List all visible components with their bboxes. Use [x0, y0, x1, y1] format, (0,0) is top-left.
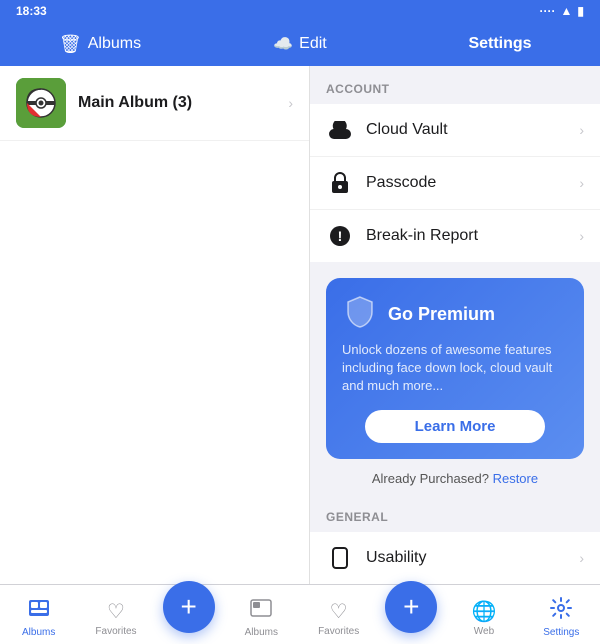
web-tab-icon: 🌐 [472, 599, 497, 624]
left-panel: Main Album (3) › [0, 66, 310, 584]
passcode-icon [326, 169, 354, 197]
albums-tab-icon [28, 597, 50, 625]
cloud-vault-icon [326, 116, 354, 144]
cloud-vault-label: Cloud Vault [366, 121, 567, 139]
albums-tab-header[interactable]: 🗑 Albums [0, 34, 200, 55]
favorites-tab-text-left: Favorites [95, 626, 136, 637]
settings-tab-icon [550, 597, 572, 625]
tab-albums-right[interactable]: Albums [223, 585, 300, 644]
albums-right-tab-icon [250, 597, 272, 625]
cloud-vault-item[interactable]: Cloud Vault › [310, 104, 600, 157]
premium-shield-icon: 🏆 [342, 294, 378, 335]
albums-right-tab-text: Albums [245, 627, 278, 638]
status-right: ···· ▲ ▮ [540, 4, 584, 18]
albums-tab-text: Albums [22, 627, 55, 638]
cloud-vault-chevron: › [579, 122, 584, 138]
breakin-report-icon: ! [326, 222, 354, 250]
tab-albums[interactable]: Albums [0, 585, 77, 644]
restore-link[interactable]: Restore [493, 471, 539, 486]
tab-favorites-right[interactable]: ♡ Favorites [300, 585, 377, 644]
trash-icon: 🗑 [59, 34, 82, 55]
usability-chevron: › [579, 550, 584, 566]
tab-favorites-left[interactable]: ♡ Favorites [77, 585, 154, 644]
settings-tab-label: Settings [468, 35, 531, 53]
battery-icon: ▮ [577, 4, 584, 18]
albums-tab-label: Albums [88, 35, 141, 53]
passcode-label: Passcode [366, 174, 567, 192]
cloud-icon: ☁️ [273, 34, 293, 54]
main-content: Main Album (3) › ACCOUNT Cloud Vault › [0, 66, 600, 584]
album-title: Main Album (3) [78, 94, 276, 112]
edit-tab-label: Edit [299, 35, 327, 53]
premium-card-header: 🏆 Go Premium [342, 294, 568, 335]
general-settings-group: Usability › Theme System › [310, 532, 600, 584]
favorites-tab-icon-right: ♡ [330, 599, 348, 624]
account-section-header: ACCOUNT [310, 66, 600, 104]
settings-tab-text: Settings [543, 627, 579, 638]
learn-more-button[interactable]: Learn More [365, 410, 546, 443]
edit-tab-header[interactable]: ☁️ Edit [200, 34, 400, 54]
passcode-item[interactable]: Passcode › [310, 157, 600, 210]
tab-settings-right[interactable]: Settings [523, 585, 600, 644]
bottom-tab-bar: Albums ♡ Favorites + Albums ♡ Favorites … [0, 584, 600, 644]
album-thumb [16, 78, 66, 128]
add-button-left[interactable]: + [163, 581, 215, 633]
web-tab-text: Web [474, 626, 494, 637]
usability-label: Usability [366, 549, 567, 567]
status-time-left: 18:33 [16, 4, 47, 18]
account-settings-group: Cloud Vault › Passcode › [310, 104, 600, 262]
settings-panel: ACCOUNT Cloud Vault › [310, 66, 600, 584]
add-button-right[interactable]: + [385, 581, 437, 633]
already-purchased-text: Already Purchased? [372, 471, 489, 486]
album-chevron-icon: › [288, 95, 293, 111]
wifi-icon: ▲ [561, 4, 573, 18]
usability-item[interactable]: Usability › [310, 532, 600, 584]
status-bar: 18:33 ···· ▲ ▮ [0, 0, 600, 22]
breakin-report-label: Break-in Report [366, 227, 567, 245]
album-info: Main Album (3) [78, 94, 276, 112]
premium-card: 🏆 Go Premium Unlock dozens of awesome fe… [326, 278, 584, 459]
plus-button-left-container: + [155, 585, 223, 644]
premium-title: Go Premium [388, 304, 495, 325]
breakin-report-item[interactable]: ! Break-in Report › [310, 210, 600, 262]
settings-tab-header[interactable]: Settings [400, 35, 600, 53]
favorites-tab-icon-left: ♡ [107, 599, 125, 624]
album-item[interactable]: Main Album (3) › [0, 66, 309, 141]
premium-description: Unlock dozens of awesome features includ… [342, 341, 568, 396]
already-purchased-row: Already Purchased? Restore [326, 471, 584, 490]
usability-icon [326, 544, 354, 572]
plus-button-right-container: + [377, 585, 445, 644]
svg-text:!: ! [338, 228, 343, 244]
passcode-chevron: › [579, 175, 584, 191]
tab-header: 🗑 Albums ☁️ Edit Settings [0, 22, 600, 66]
tab-web-right[interactable]: 🌐 Web [445, 585, 522, 644]
signal-icon: ···· [540, 4, 556, 18]
favorites-tab-text-right: Favorites [318, 626, 359, 637]
breakin-report-chevron: › [579, 228, 584, 244]
general-section-header: GENERAL [310, 494, 600, 532]
